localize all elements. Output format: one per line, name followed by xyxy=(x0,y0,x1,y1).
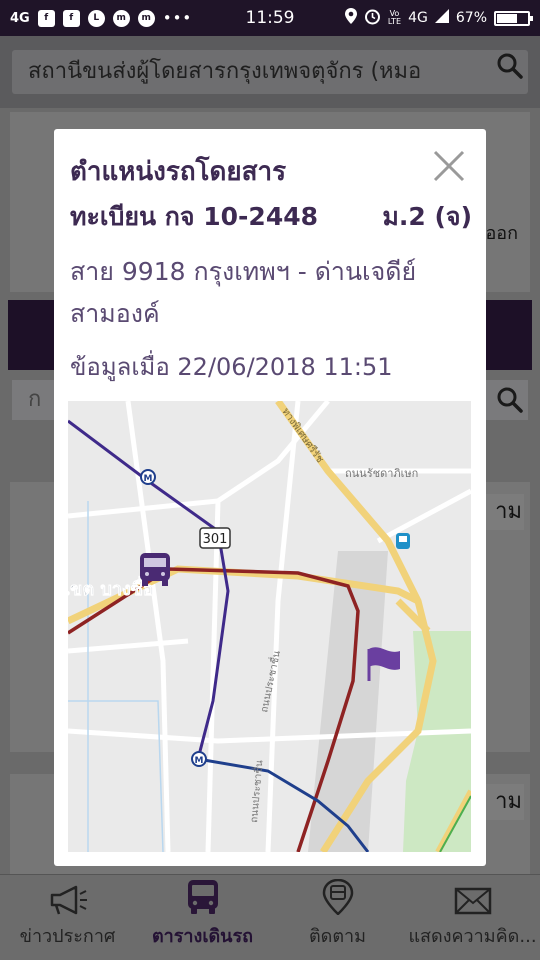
mail-icon xyxy=(454,887,491,915)
nav-feedback-label: แสดงความคิด... xyxy=(408,926,537,947)
bus-icon xyxy=(187,880,218,914)
lte-signal: 4G xyxy=(408,10,428,26)
svg-text:M: M xyxy=(144,474,153,484)
nav-feedback[interactable]: แสดงความคิด... xyxy=(405,875,540,960)
metro-icon: M xyxy=(140,469,156,485)
search-icon[interactable] xyxy=(496,52,524,80)
svg-text:M: M xyxy=(195,756,204,766)
volte-icon: Vo LTE xyxy=(387,9,402,26)
route-code: ม.2 (จ) xyxy=(382,202,472,231)
network-indicator: 4G xyxy=(10,10,30,26)
close-icon[interactable] xyxy=(432,149,466,183)
train-station-icon xyxy=(396,533,410,549)
metro-icon: M xyxy=(191,751,207,767)
plate-row: ทะเบียน กจ 10-2448 ม.2 (จ) xyxy=(70,197,472,237)
bg-search-input[interactable]: สถานีขนส่งผู้โดยสารกรุงเทพจตุจักร (หมอ xyxy=(12,50,528,94)
nav-timetable-label: ตารางเดินรถ xyxy=(151,926,254,947)
road-badge-label: 301 xyxy=(203,532,228,547)
status-bar: 4G f f L m m ••• 11:59 Vo LTE 4G 67% xyxy=(0,0,540,36)
dialog-title: ตำแหน่งรถโดยสาร xyxy=(70,157,287,187)
facebook-icon: f xyxy=(37,9,55,27)
location-icon xyxy=(344,8,357,28)
bus-location-dialog: ตำแหน่งรถโดยสาร ทะเบียน กจ 10-2448 ม.2 (… xyxy=(54,129,486,866)
battery-icon xyxy=(494,10,533,26)
route-name-line-1: สาย 9918 กรุงเทพฯ - ด่านเจดีย์ xyxy=(70,257,417,286)
route-name-line-2: สามองค์ xyxy=(70,299,160,328)
updated-timestamp: ข้อมูลเมื่อ 22/06/2018 11:51 xyxy=(70,353,393,381)
route-name: สาย 9918 กรุงเทพฯ - ด่านเจดีย์ สามองค์ xyxy=(70,251,472,335)
street-label-ratchada: ถนนรัชดาภิเษก xyxy=(345,467,418,480)
facebook-icon: f xyxy=(62,9,80,27)
nav-track[interactable]: ติดตาม xyxy=(270,875,405,960)
bg-side-text: ออก xyxy=(485,223,518,244)
messenger-icon: m xyxy=(137,9,155,27)
more-dots-icon: ••• xyxy=(162,9,193,27)
bus-track-icon xyxy=(322,879,353,915)
nav-news-label: ข่าวประกาศ xyxy=(19,926,116,947)
messenger-icon: m xyxy=(112,9,130,27)
nav-timetable[interactable]: ตารางเดินรถ xyxy=(135,875,270,960)
battery-percent: 67% xyxy=(455,10,487,26)
route-map[interactable]: M M 301 ทางพิเศษศรีรัช ถนนรัชดาภิเษก ถนน… xyxy=(68,401,471,852)
license-plate: ทะเบียน กจ 10-2448 xyxy=(70,202,318,231)
signal-icon xyxy=(434,9,449,27)
alarm-icon xyxy=(364,8,381,29)
nav-news[interactable]: ข่าวประกาศ xyxy=(0,875,135,960)
search-icon[interactable] xyxy=(496,386,524,414)
road-number-badge: 301 xyxy=(199,527,231,549)
bottom-nav: ข่าวประกาศ ตารางเดินรถ ติดตาม แสดงความคิ… xyxy=(0,874,540,960)
megaphone-icon xyxy=(50,885,87,915)
district-label: เขต บางซื่อ xyxy=(68,576,154,600)
nav-track-label: ติดตาม xyxy=(308,926,367,947)
line-icon: L xyxy=(87,9,105,27)
